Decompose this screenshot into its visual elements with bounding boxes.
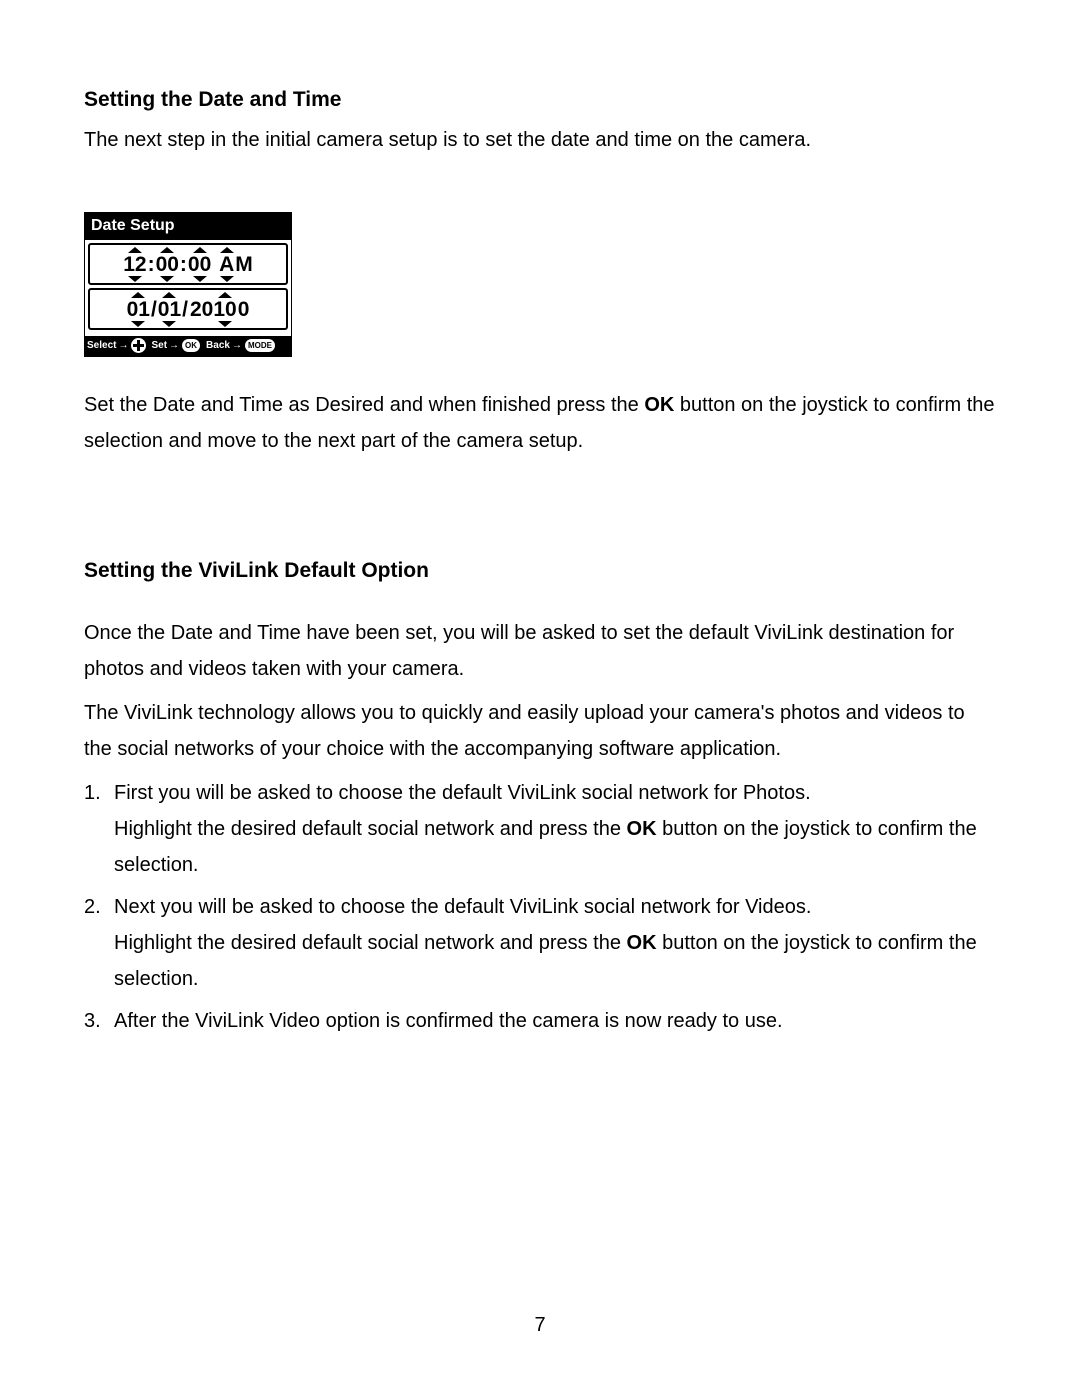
lcd-title: Date Setup [85, 213, 291, 240]
list-item: 1. First you will be asked to choose the… [84, 775, 996, 883]
time-separator: : [147, 254, 156, 275]
vivilink-p1: Once the Date and Time have been set, yo… [84, 615, 996, 687]
item-number: 3. [84, 1003, 114, 1039]
century-value: 20 [189, 299, 213, 320]
dpad-icon [131, 338, 146, 353]
list-item: 2. Next you will be asked to choose the … [84, 889, 996, 997]
second-spinner: 00 [188, 247, 211, 282]
down-arrow-icon [218, 321, 232, 327]
space [211, 254, 219, 275]
item-line: Highlight the desired default social net… [114, 925, 996, 997]
text-fragment: Set the Date and Time as Desired and whe… [84, 394, 644, 416]
manual-page: Setting the Date and Time The next step … [0, 0, 1080, 1397]
item-line: After the ViviLink Video option is confi… [114, 1003, 996, 1039]
time-field: 12 : 00 : 00 [88, 243, 288, 285]
item-number: 1. [84, 775, 114, 883]
date-setup-figure: Date Setup 12 : 00 [84, 212, 996, 357]
right-arrow-icon: → [118, 340, 129, 351]
time-separator: : [179, 254, 188, 275]
list-item: 3. After the ViviLink Video option is co… [84, 1003, 996, 1039]
text-fragment: Highlight the desired default social net… [114, 818, 627, 840]
month-spinner: 01 [127, 292, 150, 327]
item-number: 2. [84, 889, 114, 997]
second-value: 00 [188, 254, 211, 275]
year-value: 10 [213, 299, 236, 320]
ok-emphasis: OK [627, 932, 657, 954]
text-fragment: Highlight the desired default social net… [114, 932, 627, 954]
month-value: 01 [127, 299, 150, 320]
down-arrow-icon [160, 276, 174, 282]
lcd-hint-bar: Select → Set → OK Back → MODE [85, 336, 291, 356]
lcd-body: 12 : 00 : 00 [85, 240, 291, 336]
item-line: First you will be asked to choose the de… [114, 775, 996, 811]
minute-spinner: 00 [156, 247, 179, 282]
item-line: Highlight the desired default social net… [114, 811, 996, 883]
down-arrow-icon [131, 321, 145, 327]
down-arrow-icon [193, 276, 207, 282]
vivilink-p2: The ViviLink technology allows you to qu… [84, 695, 996, 767]
hour-spinner: 12 [123, 247, 146, 282]
page-number: 7 [0, 1314, 1080, 1337]
lcd-screen: Date Setup 12 : 00 [84, 212, 292, 357]
hint-back-label: Back [206, 340, 230, 351]
ok-emphasis: OK [627, 818, 657, 840]
ampm-first: A [219, 254, 234, 275]
right-arrow-icon: → [169, 340, 180, 351]
year-spinner: 10 [213, 292, 236, 327]
minute-value: 00 [156, 254, 179, 275]
right-arrow-icon: → [232, 340, 243, 351]
vivilink-steps: 1. First you will be asked to choose the… [84, 775, 996, 1039]
day-spinner: 01 [158, 292, 181, 327]
year-trail: 0 [237, 299, 250, 320]
down-arrow-icon [128, 276, 142, 282]
ok-emphasis: OK [644, 394, 674, 416]
hint-select-label: Select [87, 340, 116, 351]
intro-date-time: The next step in the initial camera setu… [84, 122, 996, 158]
hour-value: 12 [123, 254, 146, 275]
ok-icon: OK [182, 339, 200, 352]
day-value: 01 [158, 299, 181, 320]
date-separator: / [181, 299, 189, 320]
item-line: Next you will be asked to choose the def… [114, 889, 996, 925]
ampm-spinner: A [219, 247, 234, 282]
down-arrow-icon [162, 321, 176, 327]
para-set-date: Set the Date and Time as Desired and whe… [84, 387, 996, 459]
heading-date-time: Setting the Date and Time [84, 88, 996, 112]
heading-vivilink: Setting the ViviLink Default Option [84, 559, 996, 583]
mode-icon: MODE [245, 339, 275, 352]
date-separator: / [150, 299, 158, 320]
ampm-rest: M [234, 254, 253, 275]
date-field: 01 / 01 / 20 10 [88, 288, 288, 330]
down-arrow-icon [220, 276, 234, 282]
hint-set-label: Set [151, 340, 167, 351]
